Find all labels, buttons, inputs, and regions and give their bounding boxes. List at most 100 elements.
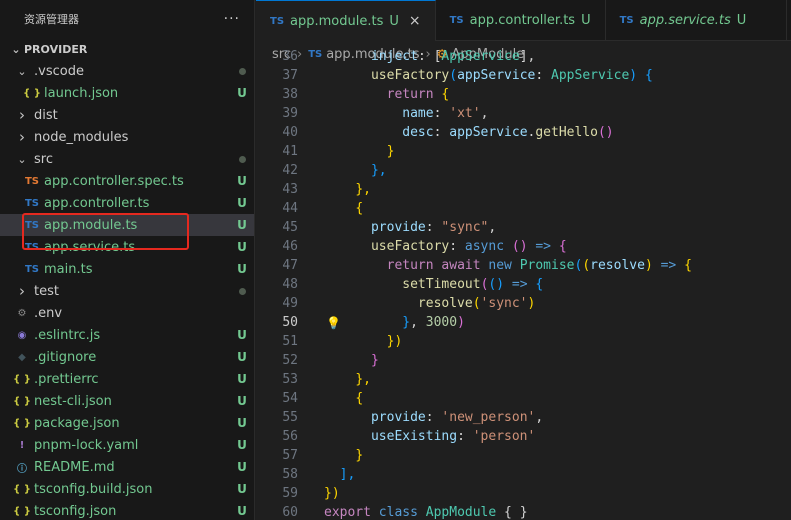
folder-item[interactable]: › test xyxy=(0,280,254,302)
line-number: 47 xyxy=(282,258,298,273)
git-status-badge: U xyxy=(237,218,247,232)
code-text: }) xyxy=(324,484,340,503)
code-text: { xyxy=(324,199,363,218)
code-text: return await new Promise((resolve) => { xyxy=(324,256,692,275)
code-token: return xyxy=(386,87,434,102)
folder-item[interactable]: › node_modules xyxy=(0,126,254,148)
file-item[interactable]: { } .prettierrc U xyxy=(0,368,254,390)
file-item[interactable]: ◆ .gitignore U xyxy=(0,346,254,368)
code-line: 54 { xyxy=(256,389,791,408)
code-token: ( xyxy=(472,296,481,311)
file-item[interactable]: ◉ .eslintrc.js U xyxy=(0,324,254,346)
code-text: provide: 'new_person', xyxy=(324,408,543,427)
code-line: 60 export class AppModule { } xyxy=(256,503,791,520)
git-status-badge: U xyxy=(237,86,247,100)
code-token: { xyxy=(355,201,364,216)
code-token: { xyxy=(644,68,653,83)
file-item[interactable]: TS app.controller.ts U xyxy=(0,192,254,214)
tsr-file-icon: TS xyxy=(24,175,40,187)
code-text: provide: "sync", xyxy=(324,218,496,237)
folder-item[interactable]: ⌄ src xyxy=(0,148,254,170)
tab-status: U xyxy=(736,13,747,28)
code-token: AppService xyxy=(441,49,520,64)
code-line: 56 useExisting: 'person' xyxy=(256,427,791,446)
code-token: inject xyxy=(370,49,418,64)
line-number: 41 xyxy=(282,144,298,159)
code-token: : xyxy=(425,410,442,425)
file-item[interactable]: { } tsconfig.json U xyxy=(0,500,254,520)
explorer-title: 资源管理器 xyxy=(24,13,79,26)
code-token: ], xyxy=(519,49,536,64)
code-token: , xyxy=(488,220,497,235)
gutter xyxy=(298,484,324,503)
eslint-file-icon: ◉ xyxy=(17,329,27,341)
tab-label: app.module.ts xyxy=(290,13,384,29)
file-item[interactable]: ! pnpm-lock.yaml U xyxy=(0,434,254,456)
code-token: : xyxy=(457,429,473,444)
code-line: 49 resolve('sync') xyxy=(256,294,791,313)
code-token: useFactory xyxy=(370,239,450,254)
code-text: } xyxy=(324,351,379,370)
gutter xyxy=(298,408,324,427)
code-text: ], xyxy=(324,465,356,484)
close-icon[interactable]: × xyxy=(409,13,421,29)
code-token: : xyxy=(535,68,552,83)
gutter xyxy=(298,294,324,313)
git-status-badge xyxy=(230,64,254,78)
file-item[interactable]: ⓘ README.md U xyxy=(0,456,254,478)
lightbulb-icon[interactable]: 💡 xyxy=(326,314,341,333)
chevron-down-icon: ⌄ xyxy=(17,64,27,78)
code-token: provide xyxy=(370,410,426,425)
code-line: 58 ], xyxy=(256,465,791,484)
code-token: provide xyxy=(370,220,426,235)
tab-app-service[interactable]: TS app.service.ts U xyxy=(606,0,788,41)
tree-item-label: tsconfig.json xyxy=(34,503,117,519)
code-token: , xyxy=(480,106,489,121)
tab-status: U xyxy=(389,13,399,29)
code-line: 45 provide: "sync", xyxy=(256,218,791,237)
git-status-badge: U xyxy=(237,350,247,364)
folder-item[interactable]: › dist xyxy=(0,104,254,126)
code-token: 'person' xyxy=(472,429,536,444)
file-item[interactable]: TS app.controller.spec.ts U xyxy=(0,170,254,192)
line-number: 57 xyxy=(282,448,298,463)
file-item[interactable]: { } nest-cli.json U xyxy=(0,390,254,412)
more-actions-icon[interactable]: ··· xyxy=(224,11,240,27)
tree-item-label: main.ts xyxy=(44,261,93,277)
code-token: { xyxy=(684,258,692,273)
tree-item-label: pnpm-lock.yaml xyxy=(34,437,139,453)
code-text: setTimeout(() => { xyxy=(324,275,543,294)
file-item[interactable]: { } launch.json U xyxy=(0,82,254,104)
code-text: }) xyxy=(324,332,403,351)
folder-item[interactable]: ⌄ .vscode xyxy=(0,60,254,82)
file-item[interactable]: ⚙ .env xyxy=(0,302,254,324)
code-line: 48 setTimeout(() => { xyxy=(256,275,791,294)
git-status-badge: U xyxy=(237,460,247,474)
gutter xyxy=(298,123,324,142)
tree-item-label: .vscode xyxy=(34,63,84,79)
md-file-icon: ⓘ xyxy=(17,463,27,475)
tab-app-controller[interactable]: TS app.controller.ts U xyxy=(436,0,606,41)
code-token: async xyxy=(464,239,505,254)
project-section-header[interactable]: ⌄ PROVIDER xyxy=(0,38,254,60)
code-token: ) xyxy=(457,315,465,330)
file-item[interactable]: TS main.ts U xyxy=(0,258,254,280)
code-editor[interactable]: 36 inject: [AppService], 37 useFactory(ap… xyxy=(256,47,791,520)
tree-item-label: test xyxy=(34,283,59,299)
code-line: 59}) xyxy=(256,484,791,503)
file-item[interactable]: { } package.json U xyxy=(0,412,254,434)
tab-app-module[interactable]: TS app.module.ts U × xyxy=(256,0,436,41)
file-item[interactable]: { } tsconfig.build.json U xyxy=(0,478,254,500)
code-token: setTimeout xyxy=(402,277,481,292)
code-token: : xyxy=(449,239,465,254)
